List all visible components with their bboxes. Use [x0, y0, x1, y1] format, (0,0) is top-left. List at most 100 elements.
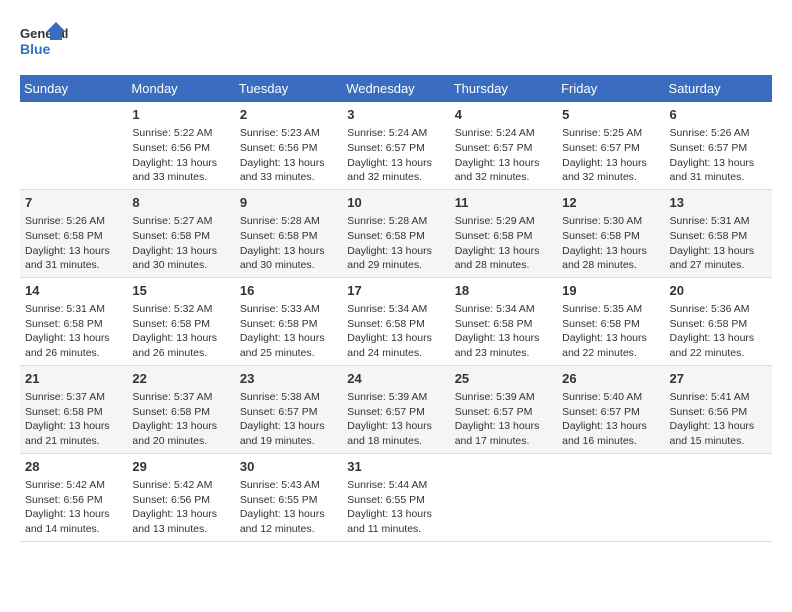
day-number: 31: [347, 458, 444, 476]
day-info: Sunrise: 5:29 AM Sunset: 6:58 PM Dayligh…: [455, 214, 552, 273]
day-header-sunday: Sunday: [20, 75, 127, 102]
calendar-cell: 28 Sunrise: 5:42 AM Sunset: 6:56 PM Dayli…: [20, 453, 127, 541]
day-number: 4: [455, 106, 552, 124]
day-info: Sunrise: 5:34 AM Sunset: 6:58 PM Dayligh…: [347, 302, 444, 361]
day-info: Sunrise: 5:38 AM Sunset: 6:57 PM Dayligh…: [240, 390, 337, 449]
day-info: Sunrise: 5:35 AM Sunset: 6:58 PM Dayligh…: [562, 302, 659, 361]
day-number: 18: [455, 282, 552, 300]
logo-svg: General Blue: [20, 20, 70, 65]
calendar-cell: 22Sunrise: 5:37 AM Sunset: 6:58 PM Dayli…: [127, 365, 234, 453]
day-number: 22: [132, 370, 229, 388]
calendar-cell: 9 Sunrise: 5:28 AM Sunset: 6:58 PM Daylig…: [235, 189, 342, 277]
day-number: 21: [25, 370, 122, 388]
day-info: Sunrise: 5:36 AM Sunset: 6:58 PM Dayligh…: [670, 302, 767, 361]
day-number: 5: [562, 106, 659, 124]
day-number: 28: [25, 458, 122, 476]
day-header-tuesday: Tuesday: [235, 75, 342, 102]
day-number: 30: [240, 458, 337, 476]
day-info: Sunrise: 5:42 AM Sunset: 6:56 PM Dayligh…: [25, 478, 122, 537]
day-number: 27: [670, 370, 767, 388]
calendar-table: SundayMondayTuesdayWednesdayThursdayFrid…: [20, 75, 772, 542]
day-number: 2: [240, 106, 337, 124]
calendar-cell: 1 Sunrise: 5:22 AM Sunset: 6:56 PM Daylig…: [127, 102, 234, 189]
day-info: Sunrise: 5:28 AM Sunset: 6:58 PM Dayligh…: [347, 214, 444, 273]
calendar-cell: 25 Sunrise: 5:39 AM Sunset: 6:57 PM Dayli…: [450, 365, 557, 453]
calendar-cell: 3Sunrise: 5:24 AM Sunset: 6:57 PM Daylig…: [342, 102, 449, 189]
calendar-cell: [557, 453, 664, 541]
day-number: 16: [240, 282, 337, 300]
day-info: Sunrise: 5:43 AM Sunset: 6:55 PM Dayligh…: [240, 478, 337, 537]
day-info: Sunrise: 5:34 AM Sunset: 6:58 PM Dayligh…: [455, 302, 552, 361]
calendar-cell: 23 Sunrise: 5:38 AM Sunset: 6:57 PM Dayli…: [235, 365, 342, 453]
day-number: 12: [562, 194, 659, 212]
logo: General Blue: [20, 20, 70, 65]
calendar-cell: 11 Sunrise: 5:29 AM Sunset: 6:58 PM Dayli…: [450, 189, 557, 277]
calendar-cell: 21 Sunrise: 5:37 AM Sunset: 6:58 PM Dayli…: [20, 365, 127, 453]
day-info: Sunrise: 5:25 AM Sunset: 6:57 PM Dayligh…: [562, 126, 659, 185]
day-number: 24: [347, 370, 444, 388]
day-number: 19: [562, 282, 659, 300]
calendar-week-0: 1 Sunrise: 5:22 AM Sunset: 6:56 PM Daylig…: [20, 102, 772, 189]
calendar-week-4: 28 Sunrise: 5:42 AM Sunset: 6:56 PM Dayli…: [20, 453, 772, 541]
calendar-cell: 12Sunrise: 5:30 AM Sunset: 6:58 PM Dayli…: [557, 189, 664, 277]
calendar-week-3: 21 Sunrise: 5:37 AM Sunset: 6:58 PM Dayli…: [20, 365, 772, 453]
calendar-cell: [665, 453, 772, 541]
calendar-cell: 8Sunrise: 5:27 AM Sunset: 6:58 PM Daylig…: [127, 189, 234, 277]
calendar-cell: 17 Sunrise: 5:34 AM Sunset: 6:58 PM Dayli…: [342, 277, 449, 365]
day-info: Sunrise: 5:23 AM Sunset: 6:56 PM Dayligh…: [240, 126, 337, 185]
day-info: Sunrise: 5:28 AM Sunset: 6:58 PM Dayligh…: [240, 214, 337, 273]
calendar-cell: 31 Sunrise: 5:44 AM Sunset: 6:55 PM Dayli…: [342, 453, 449, 541]
calendar-cell: 7 Sunrise: 5:26 AM Sunset: 6:58 PM Daylig…: [20, 189, 127, 277]
day-info: Sunrise: 5:40 AM Sunset: 6:57 PM Dayligh…: [562, 390, 659, 449]
day-number: 23: [240, 370, 337, 388]
day-number: 14: [25, 282, 122, 300]
calendar-cell: 14 Sunrise: 5:31 AM Sunset: 6:58 PM Dayli…: [20, 277, 127, 365]
day-number: 13: [670, 194, 767, 212]
calendar-cell: 19 Sunrise: 5:35 AM Sunset: 6:58 PM Dayli…: [557, 277, 664, 365]
day-number: 17: [347, 282, 444, 300]
calendar-cell: 29Sunrise: 5:42 AM Sunset: 6:56 PM Dayli…: [127, 453, 234, 541]
day-info: Sunrise: 5:39 AM Sunset: 6:57 PM Dayligh…: [347, 390, 444, 449]
calendar-cell: 15Sunrise: 5:32 AM Sunset: 6:58 PM Dayli…: [127, 277, 234, 365]
day-info: Sunrise: 5:22 AM Sunset: 6:56 PM Dayligh…: [132, 126, 229, 185]
day-number: 10: [347, 194, 444, 212]
calendar-cell: 18 Sunrise: 5:34 AM Sunset: 6:58 PM Dayli…: [450, 277, 557, 365]
calendar-cell: 24 Sunrise: 5:39 AM Sunset: 6:57 PM Dayli…: [342, 365, 449, 453]
day-number: 11: [455, 194, 552, 212]
day-info: Sunrise: 5:37 AM Sunset: 6:58 PM Dayligh…: [25, 390, 122, 449]
page-header: General Blue: [20, 20, 772, 65]
day-number: 7: [25, 194, 122, 212]
calendar-cell: 5 Sunrise: 5:25 AM Sunset: 6:57 PM Daylig…: [557, 102, 664, 189]
day-info: Sunrise: 5:44 AM Sunset: 6:55 PM Dayligh…: [347, 478, 444, 537]
day-info: Sunrise: 5:39 AM Sunset: 6:57 PM Dayligh…: [455, 390, 552, 449]
day-number: 26: [562, 370, 659, 388]
calendar-header-row: SundayMondayTuesdayWednesdayThursdayFrid…: [20, 75, 772, 102]
day-number: 8: [132, 194, 229, 212]
day-header-wednesday: Wednesday: [342, 75, 449, 102]
day-info: Sunrise: 5:24 AM Sunset: 6:57 PM Dayligh…: [347, 126, 444, 185]
calendar-cell: 4 Sunrise: 5:24 AM Sunset: 6:57 PM Daylig…: [450, 102, 557, 189]
calendar-cell: 2 Sunrise: 5:23 AM Sunset: 6:56 PM Daylig…: [235, 102, 342, 189]
svg-text:Blue: Blue: [20, 41, 51, 57]
calendar-cell: 16Sunrise: 5:33 AM Sunset: 6:58 PM Dayli…: [235, 277, 342, 365]
calendar-cell: 13 Sunrise: 5:31 AM Sunset: 6:58 PM Dayli…: [665, 189, 772, 277]
day-info: Sunrise: 5:42 AM Sunset: 6:56 PM Dayligh…: [132, 478, 229, 537]
day-info: Sunrise: 5:26 AM Sunset: 6:58 PM Dayligh…: [25, 214, 122, 273]
day-info: Sunrise: 5:41 AM Sunset: 6:56 PM Dayligh…: [670, 390, 767, 449]
day-info: Sunrise: 5:32 AM Sunset: 6:58 PM Dayligh…: [132, 302, 229, 361]
calendar-cell: [450, 453, 557, 541]
calendar-cell: [20, 102, 127, 189]
day-number: 9: [240, 194, 337, 212]
calendar-cell: 20 Sunrise: 5:36 AM Sunset: 6:58 PM Dayli…: [665, 277, 772, 365]
day-info: Sunrise: 5:31 AM Sunset: 6:58 PM Dayligh…: [670, 214, 767, 273]
day-number: 1: [132, 106, 229, 124]
calendar-body: 1 Sunrise: 5:22 AM Sunset: 6:56 PM Daylig…: [20, 102, 772, 541]
calendar-cell: 10 Sunrise: 5:28 AM Sunset: 6:58 PM Dayli…: [342, 189, 449, 277]
calendar-cell: 30 Sunrise: 5:43 AM Sunset: 6:55 PM Dayli…: [235, 453, 342, 541]
day-number: 25: [455, 370, 552, 388]
day-header-friday: Friday: [557, 75, 664, 102]
day-number: 20: [670, 282, 767, 300]
day-info: Sunrise: 5:31 AM Sunset: 6:58 PM Dayligh…: [25, 302, 122, 361]
day-info: Sunrise: 5:26 AM Sunset: 6:57 PM Dayligh…: [670, 126, 767, 185]
day-info: Sunrise: 5:24 AM Sunset: 6:57 PM Dayligh…: [455, 126, 552, 185]
